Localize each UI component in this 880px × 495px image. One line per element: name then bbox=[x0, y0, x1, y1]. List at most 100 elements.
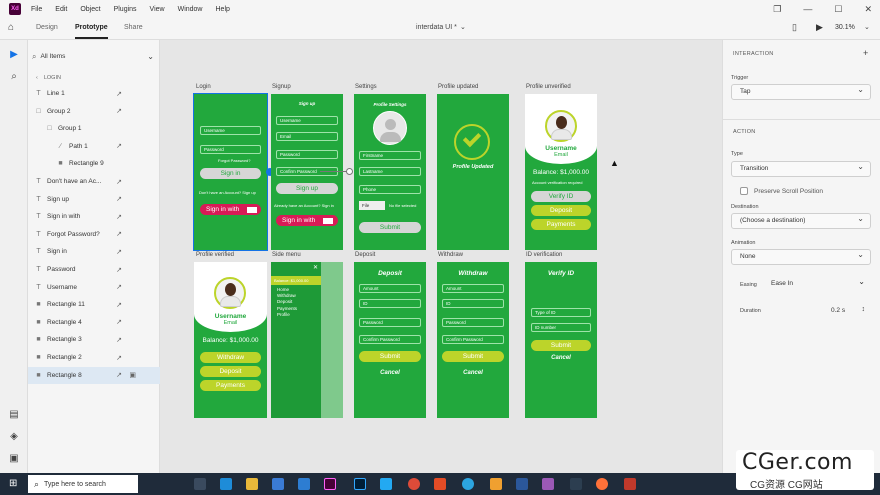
password-field[interactable]: Password bbox=[200, 145, 261, 154]
artboard-label-withdraw[interactable]: Withdraw bbox=[438, 252, 463, 258]
duration-stepper[interactable]: 0.2 s ↕ bbox=[831, 304, 871, 318]
link-icon[interactable]: ↗ bbox=[116, 230, 122, 238]
artboard-deposit[interactable]: Deposit Amount ID Password Confirm Passw… bbox=[354, 262, 426, 418]
link-icon[interactable]: ↗ bbox=[116, 371, 122, 379]
deposit-submit-button[interactable]: Submit bbox=[359, 351, 421, 362]
type-dropdown[interactable]: Transition bbox=[731, 160, 871, 177]
menu-edit[interactable]: Edit bbox=[55, 6, 67, 13]
menu-object[interactable]: Object bbox=[80, 6, 100, 13]
layer-item[interactable]: T Username ↗ bbox=[28, 279, 160, 296]
artboard-signup[interactable]: Sign up Username Email Password Confirm … bbox=[271, 94, 343, 250]
verify-submit-button[interactable]: Submit bbox=[531, 340, 591, 351]
signup-username-field[interactable]: Username bbox=[276, 116, 338, 125]
link-icon[interactable]: ↗ bbox=[116, 107, 122, 115]
signin-prompt[interactable]: Already have an Account? Sign in bbox=[274, 203, 334, 208]
deposit-button[interactable]: Deposit bbox=[531, 205, 591, 216]
windows-start-icon[interactable]: ⊞ bbox=[9, 478, 17, 489]
artboard-label-id-verification[interactable]: ID verification bbox=[526, 252, 562, 258]
app-icon[interactable] bbox=[570, 478, 582, 490]
layer-item[interactable]: T Sign in ↗ bbox=[28, 243, 160, 260]
zoom-tool-icon[interactable]: ⌕ bbox=[8, 70, 20, 82]
prototype-wire[interactable] bbox=[320, 171, 347, 172]
payments-button[interactable]: Payments bbox=[531, 219, 591, 230]
taskbar-search[interactable]: ⌕ Type here to search bbox=[28, 475, 138, 493]
layer-item[interactable]: T Sign in with ↗ bbox=[28, 208, 160, 225]
firefox-icon[interactable] bbox=[596, 478, 608, 490]
artboard-login[interactable]: Username Password Forgot Password? Sign … bbox=[193, 93, 268, 251]
layer-filter[interactable]: ⌕ All Items ⌄ bbox=[32, 50, 156, 63]
trigger-dropdown[interactable]: Tap bbox=[731, 83, 871, 100]
menu-help[interactable]: Help bbox=[216, 6, 230, 13]
app-icon[interactable] bbox=[490, 478, 502, 490]
side-menu-item[interactable]: Profile bbox=[277, 312, 297, 318]
deposit-id-field[interactable]: ID bbox=[359, 299, 421, 308]
zoom-level[interactable]: 30.1% bbox=[835, 24, 855, 31]
withdraw-button[interactable]: Withdraw bbox=[200, 352, 261, 363]
artboard-label-profile-updated[interactable]: Profile updated bbox=[438, 84, 478, 90]
adobe-xd-icon[interactable] bbox=[324, 478, 336, 490]
select-tool-icon[interactable]: ▶ bbox=[8, 48, 20, 60]
signin-with-button[interactable]: Sign in with bbox=[200, 204, 261, 215]
layer-item[interactable]: □ Group 1 bbox=[28, 120, 160, 137]
username-field[interactable]: Username bbox=[200, 126, 261, 135]
layer-item[interactable]: T Don't have an Ac... ↗ bbox=[28, 173, 160, 190]
layer-item[interactable]: □ Group 2 ↗ bbox=[28, 103, 160, 120]
breadcrumb[interactable]: ‹ LOGIN bbox=[36, 75, 61, 81]
link-icon[interactable]: ↗ bbox=[116, 195, 122, 203]
layer-item[interactable]: T Forgot Password? ↗ bbox=[28, 226, 160, 243]
link-icon[interactable]: ↗ bbox=[116, 213, 122, 221]
artboard-profile-verified[interactable]: Username Email Balance: $1,000.00 Withdr… bbox=[194, 262, 267, 418]
edge-icon[interactable] bbox=[220, 478, 232, 490]
tab-share[interactable]: Share bbox=[124, 24, 143, 31]
tab-prototype[interactable]: Prototype bbox=[75, 24, 108, 39]
layer-item[interactable]: T Password ↗ bbox=[28, 261, 160, 278]
file-input[interactable]: File bbox=[359, 201, 385, 210]
chevron-down-icon[interactable]: ⌄ bbox=[460, 23, 466, 31]
layer-item[interactable]: ■ Rectangle 8 ↗ ▣ bbox=[28, 366, 160, 384]
layer-item[interactable]: T Sign up ↗ bbox=[28, 191, 160, 208]
id-type-select[interactable]: Type of ID bbox=[531, 308, 591, 317]
layer-item[interactable]: ■ Rectangle 11 ↗ bbox=[28, 296, 160, 313]
canvas[interactable]: Login Username Password Forgot Password?… bbox=[160, 40, 722, 473]
preserve-scroll-checkbox[interactable] bbox=[740, 187, 748, 195]
deposit-button[interactable]: Deposit bbox=[200, 366, 261, 377]
signup-password-field[interactable]: Password bbox=[276, 150, 338, 159]
layer-item[interactable]: T Line 1 ↗ bbox=[28, 85, 160, 102]
animation-dropdown[interactable]: None bbox=[731, 248, 871, 265]
telegram-icon[interactable] bbox=[462, 478, 474, 490]
mobile-preview-icon[interactable]: ▯ bbox=[792, 22, 797, 33]
artboard-label-side-menu[interactable]: Side menu bbox=[272, 252, 301, 258]
word-icon[interactable] bbox=[516, 478, 528, 490]
side-menu-item[interactable]: Payments bbox=[277, 306, 297, 312]
task-view-icon[interactable] bbox=[194, 478, 206, 490]
menu-window[interactable]: Window bbox=[178, 6, 203, 13]
file-explorer-icon[interactable] bbox=[246, 478, 258, 490]
deposit-cancel-button[interactable]: Cancel bbox=[354, 370, 426, 376]
menu-plugins[interactable]: Plugins bbox=[114, 6, 137, 13]
chrome-icon[interactable] bbox=[408, 478, 420, 490]
link-icon[interactable]: ↗ bbox=[116, 354, 122, 362]
mail-icon[interactable] bbox=[298, 478, 310, 490]
destination-dropdown[interactable]: (Choose a destination) bbox=[731, 212, 871, 229]
layer-item[interactable]: ■ Rectangle 9 bbox=[28, 155, 160, 172]
phone-field[interactable]: Phone bbox=[359, 185, 421, 194]
withdraw-password-field[interactable]: Password bbox=[442, 318, 504, 327]
vscode-icon[interactable] bbox=[380, 478, 392, 490]
withdraw-submit-button[interactable]: Submit bbox=[442, 351, 504, 362]
artboard-withdraw[interactable]: Withdraw Amount ID Password Confirm Pass… bbox=[437, 262, 509, 418]
link-icon[interactable]: ↗ bbox=[116, 301, 122, 309]
signup-email-field[interactable]: Email bbox=[276, 132, 338, 141]
layers-icon[interactable]: ◈ bbox=[8, 430, 20, 442]
link-icon[interactable]: ↗ bbox=[116, 336, 122, 344]
signup-signin-with-button[interactable]: Sign in with bbox=[276, 215, 338, 226]
deposit-password-field[interactable]: Password bbox=[359, 318, 421, 327]
layer-item[interactable]: ∕ Path 1 ↗ bbox=[28, 138, 160, 155]
signup-button[interactable]: Sign up bbox=[276, 183, 338, 194]
artboard-settings[interactable]: Profile Settings Firstname Lastname Phon… bbox=[354, 94, 426, 250]
app-icon[interactable] bbox=[542, 478, 554, 490]
zoom-chevron-icon[interactable]: ⌄ bbox=[864, 23, 870, 31]
app-icon[interactable] bbox=[434, 478, 446, 490]
deposit-amount-select[interactable]: Amount bbox=[359, 284, 421, 293]
deposit-confirm-field[interactable]: Confirm Password bbox=[359, 335, 421, 344]
artboard-profile-updated[interactable]: Profile Updated bbox=[437, 94, 509, 250]
